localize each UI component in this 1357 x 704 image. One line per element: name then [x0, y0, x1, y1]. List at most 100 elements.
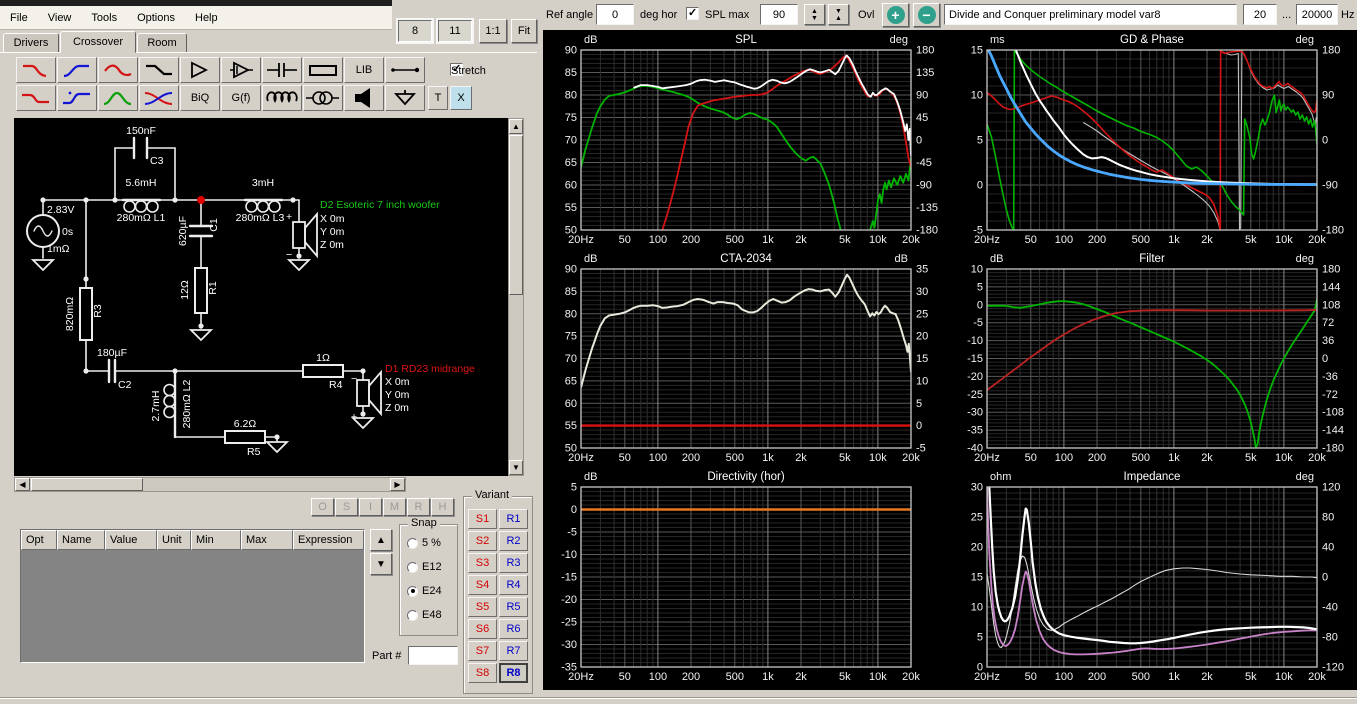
variant-s1-button[interactable]: S1 [468, 509, 497, 529]
vscroll-thumb[interactable] [509, 135, 523, 295]
capacitor-block-button[interactable] [262, 57, 302, 83]
ref-angle-input[interactable]: 0 [596, 4, 634, 25]
radio-icon[interactable] [407, 562, 418, 573]
variant-r8-button[interactable]: R8 [499, 663, 528, 683]
variant-r5-button[interactable]: R5 [499, 597, 528, 617]
chart-gd-phase[interactable]: -5051015-180-9009018020Hz501002005001k2k… [951, 30, 1357, 249]
tab-room[interactable]: Room [137, 33, 187, 53]
resistor-block-button[interactable] [303, 57, 343, 83]
freq-min-input[interactable]: 20 [1243, 4, 1277, 25]
col-min[interactable]: Min [191, 530, 241, 550]
lowshelf-block-button[interactable] [16, 85, 56, 111]
scroll-left-icon[interactable]: ◀ [15, 478, 30, 491]
gf-block-button[interactable]: G(f) [221, 85, 261, 111]
col-unit[interactable]: Unit [157, 530, 191, 550]
optimize-m-button[interactable]: M [383, 498, 406, 516]
col-expression[interactable]: Expression [293, 530, 364, 550]
schematic-hscrollbar[interactable]: ◀ ▶ [14, 477, 406, 492]
schematic-canvas[interactable]: 2.83V 0s 1mΩ 150nF C3 5.6mH 280mΩ L1 620… [14, 118, 508, 476]
optimize-o-button[interactable]: O [311, 498, 334, 516]
parameter-table[interactable]: Opt Name Value Unit Min Max Expression [20, 529, 365, 663]
row-down-button[interactable]: ▼ [370, 553, 392, 575]
row-up-button[interactable]: ▲ [370, 529, 392, 551]
tab-crossover[interactable]: Crossover [60, 31, 136, 53]
schematic-vscrollbar[interactable]: ▲ ▼ [508, 118, 524, 476]
variant-s4-button[interactable]: S4 [468, 575, 497, 595]
buffer-block-button[interactable] [180, 57, 220, 83]
variant-r2-button[interactable]: R2 [499, 531, 528, 551]
crossover-block-button[interactable] [139, 85, 179, 111]
optimize-r-button[interactable]: R [407, 498, 430, 516]
chart-spl[interactable]: 505560657075808590-180-135-90-4504590135… [545, 30, 951, 249]
driver-block-button[interactable] [344, 85, 384, 111]
chart-cta2034[interactable]: 505560657075808590-50510152025303520Hz50… [545, 249, 951, 467]
menu-tools[interactable]: Tools [81, 9, 127, 27]
col-opt[interactable]: Opt [21, 530, 57, 550]
shelf-block-button[interactable] [139, 57, 179, 83]
chart-impedance[interactable]: 051015202530-120-80-400408012020Hz501002… [951, 467, 1357, 686]
menu-view[interactable]: View [38, 9, 82, 27]
overlay-remove-button[interactable]: − [913, 3, 940, 27]
project-title-input[interactable]: Divide and Conquer preliminary model var… [944, 4, 1237, 25]
chart-directivity[interactable]: -35-30-25-20-15-10-50520Hz501002005001k2… [545, 467, 951, 686]
col-value[interactable]: Value [105, 530, 157, 550]
ground-block-button[interactable] [385, 85, 425, 111]
allpass-block-button[interactable] [57, 85, 97, 111]
lowpass-block-button[interactable] [16, 57, 56, 83]
variant-s5-button[interactable]: S5 [468, 597, 497, 617]
variant-s8-button[interactable]: S8 [468, 663, 497, 683]
snap-5pct[interactable]: 5 % [407, 537, 441, 549]
variant-s7-button[interactable]: S7 [468, 641, 497, 661]
menu-options[interactable]: Options [127, 9, 185, 27]
scroll-up-icon[interactable]: ▲ [509, 119, 523, 134]
part-number-input[interactable] [408, 646, 458, 665]
variant-r3-button[interactable]: R3 [499, 553, 528, 573]
delete-tool-button[interactable]: X [450, 86, 472, 110]
col-max[interactable]: Max [241, 530, 293, 550]
variant-s3-button[interactable]: S3 [468, 553, 497, 573]
selected-node-dot[interactable] [197, 196, 205, 204]
bandpass-block-button[interactable] [98, 57, 138, 83]
scroll-down-icon[interactable]: ▼ [509, 460, 523, 475]
zoom-1to1-button[interactable]: 1:1 [479, 19, 507, 43]
snap-e12[interactable]: E12 [407, 561, 442, 573]
snap-e48[interactable]: E48 [407, 609, 442, 621]
scroll-right-icon[interactable]: ▶ [390, 478, 405, 491]
peak-block-button[interactable] [98, 85, 138, 111]
optimize-i-button[interactable]: I [359, 498, 382, 516]
d2-driver-name[interactable]: D2 Esoteric 7 inch woofer [320, 199, 440, 211]
spl-max-input[interactable]: 90 [760, 4, 798, 25]
radio-icon[interactable] [407, 586, 418, 597]
zoom-fit-button[interactable]: Fit [511, 19, 537, 43]
wire-block-button[interactable] [385, 57, 425, 83]
tab-drivers[interactable]: Drivers [3, 33, 59, 53]
variant-r7-button[interactable]: R7 [499, 641, 528, 661]
radio-icon[interactable] [407, 610, 418, 621]
freq-max-input[interactable]: 20000 [1296, 4, 1338, 25]
snap-e24[interactable]: E24 [407, 585, 442, 597]
grid-x-field[interactable]: 8 [398, 20, 432, 42]
spl-collapse-button[interactable]: ▼▲ [828, 4, 849, 25]
grid-y-field[interactable]: 11 [438, 20, 472, 42]
variant-s6-button[interactable]: S6 [468, 619, 497, 639]
radio-icon[interactable] [407, 538, 418, 549]
variant-r6-button[interactable]: R6 [499, 619, 528, 639]
highpass-block-button[interactable] [57, 57, 97, 83]
d1-driver-name[interactable]: D1 RD23 midrange [385, 363, 475, 375]
optimize-s-button[interactable]: S [335, 498, 358, 516]
inductor-block-button[interactable] [262, 85, 302, 111]
overlay-add-button[interactable]: + [882, 3, 909, 27]
deg-hor-checkbox[interactable] [686, 7, 699, 20]
menu-file[interactable]: File [0, 9, 38, 27]
biquad-block-button[interactable]: BiQ [180, 85, 220, 111]
spl-max-spinner[interactable]: ▲▼ [804, 4, 825, 25]
col-name[interactable]: Name [57, 530, 105, 550]
hscroll-thumb[interactable] [31, 478, 143, 491]
variant-s2-button[interactable]: S2 [468, 531, 497, 551]
chart-filter[interactable]: -40-35-30-25-20-15-10-50510-180-144-108-… [951, 249, 1357, 467]
variant-r1-button[interactable]: R1 [499, 509, 528, 529]
transformer-block-button[interactable] [303, 85, 343, 111]
opamp-block-button[interactable] [221, 57, 261, 83]
optimize-h-button[interactable]: H [431, 498, 454, 516]
text-tool-button[interactable]: T [428, 86, 448, 110]
